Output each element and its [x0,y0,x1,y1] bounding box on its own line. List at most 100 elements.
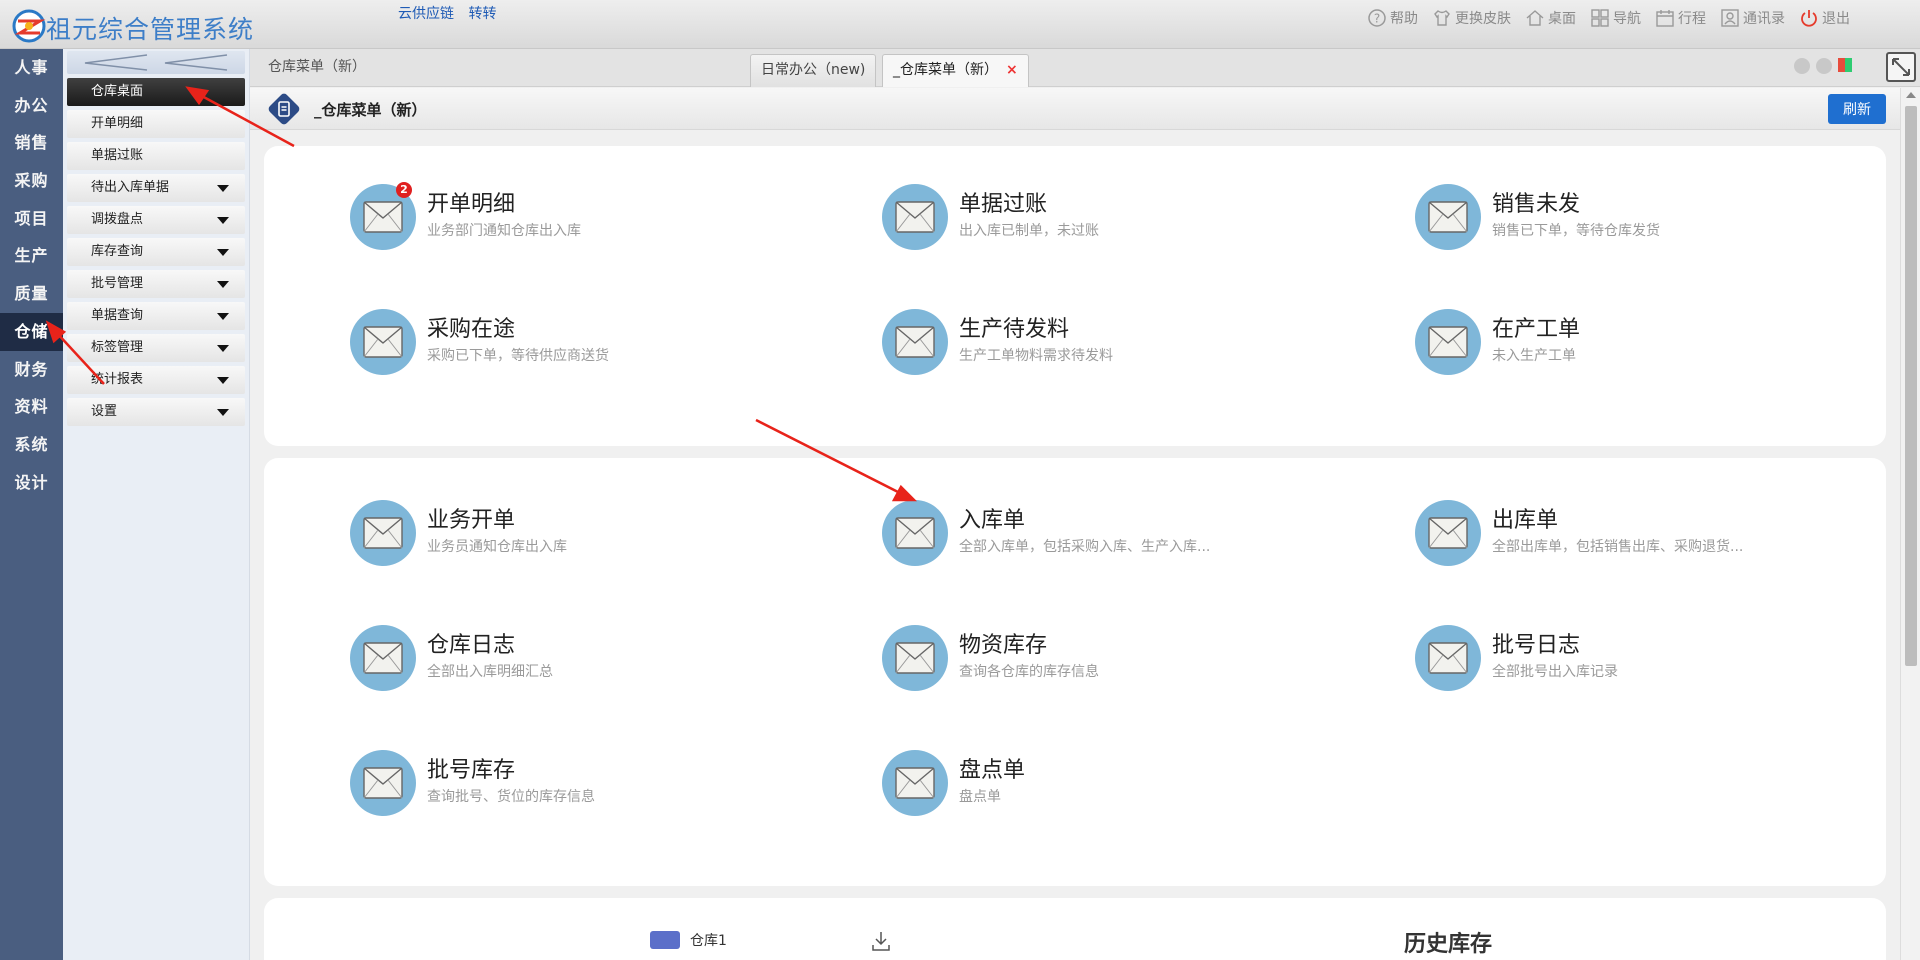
desktop-label: 桌面 [1548,11,1576,27]
card-unshipped-sales[interactable]: 销售未发 销售已下单，等待仓库发货 [1415,184,1895,264]
mail-icon [895,642,935,674]
card-title: 业务开单 [427,508,516,533]
page-title: _仓库菜单（新） [314,101,427,119]
history-title: 历史库存 [1404,932,1493,957]
history-panel: 仓库1 历史库存 [264,898,1886,960]
category-sales[interactable]: 销售 [0,124,63,162]
legend-swatch [650,931,680,949]
close-tab-icon[interactable]: × [1006,62,1018,78]
card-description: 全部出入库明细汇总 [427,664,553,680]
submenu-order-details[interactable]: 开单明细 [67,110,245,138]
change-skin-button[interactable]: 更换皮肤 [1432,8,1511,28]
card-title: 仓库日志 [427,633,516,658]
category-project[interactable]: 项目 [0,200,63,238]
tab-warehouse-menu[interactable]: _仓库菜单（新） × [882,54,1029,87]
mail-icon [363,642,403,674]
card-stocktake-order[interactable]: 盘点单 盘点单 [882,750,1362,830]
category-warehouse[interactable]: 仓储 [0,312,63,351]
category-production[interactable]: 生产 [0,237,63,275]
scroll-up-icon[interactable] [1906,92,1916,98]
refresh-button[interactable]: 刷新 [1828,94,1886,124]
schedule-button[interactable]: 行程 [1655,8,1706,28]
collapse-submenu-button[interactable] [67,51,245,74]
category-materials[interactable]: 资料 [0,388,63,426]
card-description: 盘点单 [959,789,1001,805]
top-links: 云供应链 转转 [398,3,506,23]
submenu-transfer-inventory[interactable]: 调拨盘点 [67,206,245,234]
mail-icon [895,767,935,799]
submenu-statistics-report[interactable]: 统计报表 [67,366,245,394]
top-link-zhuanzhuan[interactable]: 转转 [468,6,496,22]
mail-icon [363,517,403,549]
mail-icon-circle [882,625,948,691]
card-title: 批号日志 [1492,633,1581,658]
card-batch-stock[interactable]: 批号库存 查询批号、货位的库存信息 [350,750,830,830]
breadcrumb: 仓库菜单（新） [268,59,366,75]
desktop-button[interactable]: 桌面 [1525,8,1576,28]
card-material-stock[interactable]: 物资库存 查询各仓库的库存信息 [882,625,1362,705]
contacts-button[interactable]: 通讯录 [1720,8,1785,28]
caret-down-icon [217,217,229,224]
help-button[interactable]: ? 帮助 [1367,8,1418,28]
tab-daily-office[interactable]: 日常办公（new) [750,54,877,87]
top-link-cloud-supply[interactable]: 云供应链 [398,6,454,22]
tab-next-icon[interactable] [1816,58,1832,74]
mail-icon-circle [882,184,948,250]
clipboard-icon [268,93,300,125]
logout-button[interactable]: 退出 [1799,8,1850,28]
submenu-pending-documents[interactable]: 待出入库单据 [67,174,245,202]
mail-icon [1428,326,1468,358]
mail-icon-circle [882,500,948,566]
help-label: 帮助 [1390,11,1418,27]
mail-icon [1428,201,1468,233]
category-design[interactable]: 设计 [0,464,63,502]
submenu-label: 库存查询 [91,244,144,259]
card-batch-log[interactable]: 批号日志 全部批号出入库记录 [1415,625,1895,705]
mail-icon-circle [882,309,948,375]
category-office[interactable]: 办公 [0,87,63,125]
chart-legend[interactable]: 仓库1 [650,930,727,950]
logout-label: 退出 [1822,11,1850,27]
card-order-details[interactable]: 2 开单明细 业务部门通知仓库出入库 [350,182,830,264]
scrollbar-thumb[interactable] [1905,106,1917,666]
double-chevron-left-icon [84,54,228,71]
card-title: 销售未发 [1492,192,1581,217]
category-finance[interactable]: 财务 [0,351,63,389]
card-production-pending-materials[interactable]: 生产待发料 生产工单物料需求待发料 [882,309,1362,389]
card-description: 业务员通知仓库出入库 [427,539,567,555]
card-description: 业务部门通知仓库出入库 [427,223,581,239]
mail-icon [363,326,403,358]
download-icon[interactable] [870,930,892,952]
submenu-warehouse-desktop[interactable]: 仓库桌面 [67,78,245,106]
tab-prev-icon[interactable] [1794,58,1810,74]
category-quality[interactable]: 质量 [0,275,63,313]
mail-icon-circle [350,309,416,375]
submenu-settings[interactable]: 设置 [67,398,245,426]
navigation-button[interactable]: 导航 [1590,8,1641,28]
card-description: 查询批号、货位的库存信息 [427,789,595,805]
submenu-label: 统计报表 [91,372,144,387]
card-business-order[interactable]: 业务开单 业务员通知仓库出入库 [350,500,830,580]
card-work-orders-in-production[interactable]: 在产工单 未入生产工单 [1415,309,1895,389]
submenu-document-query[interactable]: 单据查询 [67,302,245,330]
card-outbound-order[interactable]: 出库单 全部出库单，包括销售出库、采购退货... [1415,500,1895,580]
mail-icon-circle [882,750,948,816]
tab-list-icon[interactable] [1838,58,1852,72]
warehouse-submenu: 仓库桌面 开单明细 单据过账 待出入库单据 调拨盘点 库存查询 批号管理 单据查… [63,49,250,960]
card-inbound-order[interactable]: 入库单 全部入库单，包括采购入库、生产入库... [882,500,1362,580]
submenu-batch-management[interactable]: 批号管理 [67,270,245,298]
submenu-label-management[interactable]: 标签管理 [67,334,245,362]
category-hr[interactable]: 人事 [0,49,63,87]
submenu-stock-query[interactable]: 库存查询 [67,238,245,266]
caret-down-icon [217,345,229,352]
submenu-posting[interactable]: 单据过账 [67,142,245,170]
fullscreen-button[interactable] [1886,52,1916,82]
mail-icon-circle [350,625,416,691]
category-purchase[interactable]: 采购 [0,162,63,200]
card-warehouse-log[interactable]: 仓库日志 全部出入库明细汇总 [350,625,830,705]
category-system[interactable]: 系统 [0,426,63,464]
card-posting[interactable]: 单据过账 出入库已制单，未过账 [882,184,1362,264]
card-purchase-in-transit[interactable]: 采购在途 采购已下单，等待供应商送货 [350,309,830,389]
caret-down-icon [217,185,229,192]
vertical-scrollbar[interactable] [1900,88,1920,960]
